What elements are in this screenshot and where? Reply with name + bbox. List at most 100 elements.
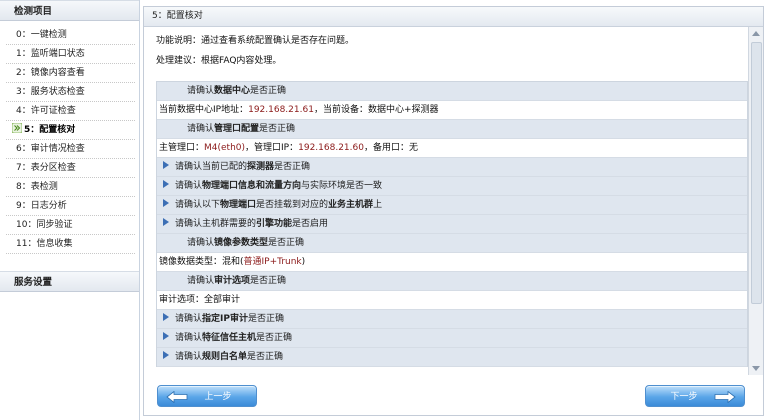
row-keyword: 物理端口 xyxy=(220,200,257,210)
expand-row-physical-port-flow[interactable]: 请确认物理端口信息和流量方向与实际环境是否一致 xyxy=(157,177,747,196)
row-text: 请确认 xyxy=(187,276,215,286)
row-text: 请确认 xyxy=(187,86,215,96)
triangle-right-icon xyxy=(163,351,169,359)
next-step-button[interactable]: 下一步 xyxy=(645,385,745,407)
sidebar-item-audit-check[interactable]: 6：审计情况检查 xyxy=(6,140,135,159)
vertical-scrollbar[interactable] xyxy=(748,27,763,375)
value-row-mirror-params: 镜像数据类型：混和(普通IP+Trunk) xyxy=(157,253,747,272)
row-text: 是否正确 xyxy=(247,352,284,362)
row-text: 请确认 xyxy=(175,314,203,324)
row-text: 是否启用 xyxy=(292,219,329,229)
row-keyword: 引擎功能 xyxy=(256,219,293,229)
row-keyword: 管理口配置 xyxy=(214,124,260,134)
triangle-right-icon xyxy=(163,161,169,169)
check-row-management-port: 请确认管理口配置是否正确 xyxy=(157,120,747,139)
management-ip: 192.168.21.60 xyxy=(298,143,364,153)
double-chevron-right-icon xyxy=(12,123,22,133)
sidebar-item-mirror-content[interactable]: 2：镜像内容查看 xyxy=(6,64,135,83)
expand-row-trusted-hosts[interactable]: 请确认特征信任主机是否正确 xyxy=(157,329,747,348)
sidebar-list: 0：一键检测 1：监听端口状态 2：镜像内容查看 3：服务状态检查 4：许可证检… xyxy=(0,21,139,258)
row-text: 请确认 xyxy=(175,333,203,343)
sidebar-item-license-check[interactable]: 4：许可证检查 xyxy=(6,102,135,121)
row-text: ，备用口：无 xyxy=(363,143,418,153)
row-keyword: 物理端口信息和流量方向 xyxy=(202,181,302,191)
row-text: 请确认 xyxy=(175,181,203,191)
sidebar-item-one-click-check[interactable]: 0：一键检测 xyxy=(6,26,135,45)
row-text: 请确认以下 xyxy=(175,200,221,210)
main-panel: 5：配置核对 功能说明：通过查看系统配置确认是否存在问题。 处理建议：根据FAQ… xyxy=(143,6,764,416)
row-text: 是否正确 xyxy=(274,162,311,172)
data-center-ip: 192.168.21.61 xyxy=(248,105,314,115)
expand-row-rule-whitelist[interactable]: 请确认规则白名单是否正确 xyxy=(157,348,747,367)
row-text: ) xyxy=(301,257,306,267)
sidebar-item-listen-port-status[interactable]: 1：监听端口状态 xyxy=(6,45,135,64)
arrow-left-icon xyxy=(166,391,188,403)
row-keyword: 规则白名单 xyxy=(202,352,248,362)
function-description: 功能说明：通过查看系统配置确认是否存在问题。 xyxy=(156,36,355,46)
scroll-thumb[interactable] xyxy=(751,42,762,304)
sidebar-title: 检测项目 xyxy=(0,0,139,21)
row-text: ，当前设备：数据中心+探测器 xyxy=(313,105,439,115)
expand-row-engine-function[interactable]: 请确认主机群需要的引擎功能是否启用 xyxy=(157,215,747,234)
check-row-mirror-params: 请确认镜像参数类型是否正确 xyxy=(157,234,747,253)
row-text: 镜像数据类型：混和( xyxy=(159,257,244,267)
row-keyword: 审计选项 xyxy=(214,276,251,286)
management-port: M4(eth0) xyxy=(204,143,246,153)
row-keyword: 探测器 xyxy=(247,162,275,172)
triangle-right-icon xyxy=(163,218,169,226)
expand-row-port-host-group[interactable]: 请确认以下物理端口是否挂载到对应的业务主机群上 xyxy=(157,196,747,215)
row-text: ，管理口IP： xyxy=(245,143,299,153)
sidebar-item-config-check[interactable]: 5：配置核对 xyxy=(6,121,135,140)
row-text: 是否正确 xyxy=(247,314,284,324)
handling-suggestion: 处理建议：根据FAQ内容处理。 xyxy=(156,56,282,66)
page-title: 5：配置核对 xyxy=(144,7,763,27)
next-step-label: 下一步 xyxy=(670,392,698,402)
row-text: 请确认主机群需要的 xyxy=(175,219,257,229)
triangle-right-icon xyxy=(163,199,169,207)
sidebar-item-log-analysis[interactable]: 9：日志分析 xyxy=(6,197,135,216)
check-row-audit-options: 请确认审计选项是否正确 xyxy=(157,272,747,291)
mirror-type-value: 普通IP+Trunk xyxy=(243,257,302,267)
scroll-down-icon[interactable] xyxy=(752,366,760,371)
row-text: 是否正确 xyxy=(256,333,293,343)
row-text: 当前数据中心IP地址： xyxy=(159,105,249,115)
row-keyword: 镜像参数类型 xyxy=(214,238,269,248)
value-row-management-port: 主管理口：M4(eth0)，管理口IP：192.168.21.60，备用口：无 xyxy=(157,139,747,158)
sidebar-item-service-status[interactable]: 3：服务状态检查 xyxy=(6,83,135,102)
sidebar-item-label: 5：配置核对 xyxy=(24,125,76,135)
triangle-right-icon xyxy=(163,180,169,188)
check-table: 请确认数据中心是否正确 当前数据中心IP地址：192.168.21.61，当前设… xyxy=(156,81,748,367)
row-keyword: 业务主机群 xyxy=(328,200,374,210)
row-text: 上 xyxy=(373,200,383,210)
row-text: 是否正确 xyxy=(268,238,305,248)
row-text: 请确认 xyxy=(175,352,203,362)
sidebar: 检测项目 0：一键检测 1：监听端口状态 2：镜像内容查看 3：服务状态检查 4… xyxy=(0,0,140,420)
row-text: 请确认当前已配的 xyxy=(175,162,248,172)
sidebar-item-table-check[interactable]: 8：表检测 xyxy=(6,178,135,197)
scroll-up-icon[interactable] xyxy=(752,31,760,36)
expand-row-detector[interactable]: 请确认当前已配的探测器是否正确 xyxy=(157,158,747,177)
row-text: 是否正确 xyxy=(259,124,296,134)
prev-step-button[interactable]: 上一步 xyxy=(157,385,257,407)
check-row-data-center: 请确认数据中心是否正确 xyxy=(157,82,747,101)
row-text: 是否正确 xyxy=(250,276,287,286)
sidebar-item-info-collect[interactable]: 11：信息收集 xyxy=(6,235,135,254)
sidebar-item-table-partition[interactable]: 7：表分区检查 xyxy=(6,159,135,178)
row-keyword: 数据中心 xyxy=(214,86,251,96)
row-text: 请确认 xyxy=(187,124,215,134)
row-keyword: 指定IP审计 xyxy=(202,314,248,324)
prev-step-label: 上一步 xyxy=(204,392,232,402)
arrow-right-icon xyxy=(714,391,736,403)
row-text: 是否正确 xyxy=(250,86,287,96)
row-text: 请确认 xyxy=(187,238,215,248)
sidebar-section-service-settings[interactable]: 服务设置 xyxy=(0,271,139,292)
triangle-right-icon xyxy=(163,332,169,340)
value-row-audit-options: 审计选项：全部审计 xyxy=(157,291,747,310)
row-text: 是否挂载到对应的 xyxy=(256,200,329,210)
row-keyword: 特征信任主机 xyxy=(202,333,257,343)
expand-row-specified-ip-audit[interactable]: 请确认指定IP审计是否正确 xyxy=(157,310,747,329)
value-row-data-center: 当前数据中心IP地址：192.168.21.61，当前设备：数据中心+探测器 xyxy=(157,101,747,120)
sidebar-item-sync-verify[interactable]: 10：同步验证 xyxy=(6,216,135,235)
row-text: 与实际环境是否一致 xyxy=(301,181,383,191)
triangle-right-icon xyxy=(163,313,169,321)
